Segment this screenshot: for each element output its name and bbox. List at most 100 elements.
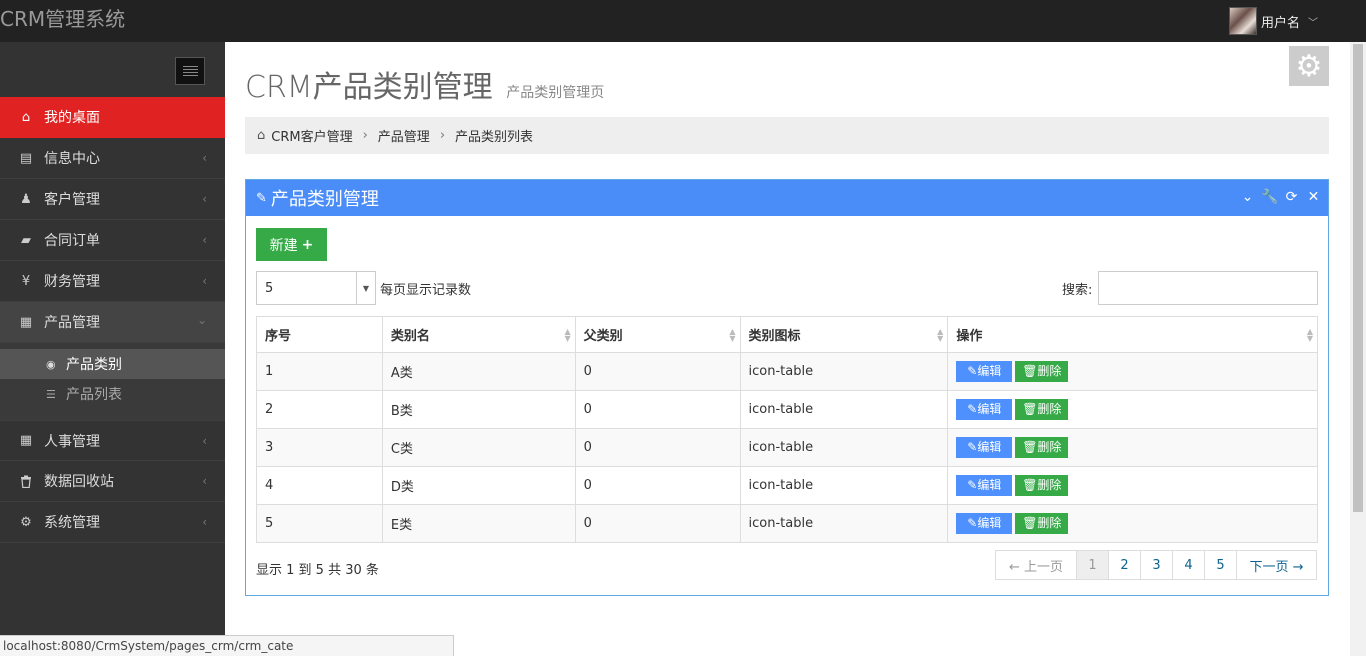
breadcrumb-item[interactable]: 产品管理	[378, 126, 430, 145]
chevron-left-icon: ‹	[202, 233, 207, 247]
edit-button[interactable]: ✎编辑	[956, 437, 1013, 458]
calendar-icon: ▤	[19, 150, 33, 166]
edit-button[interactable]: ✎编辑	[956, 513, 1013, 534]
column-header-icon[interactable]: 类别图标 ▲ ▼	[739, 316, 949, 353]
cell-actions: ✎编辑 🗑删除	[947, 504, 1318, 543]
cell-icon: icon-table	[739, 352, 949, 391]
collapse-icon[interactable]: ⌄	[1239, 189, 1256, 205]
avatar	[1228, 7, 1257, 35]
sort-icon: ▲ ▼	[937, 327, 944, 343]
delete-button[interactable]: 🗑删除	[1015, 513, 1069, 534]
sidebar-subitem-product-category[interactable]: ◉ 产品类别	[0, 349, 225, 379]
sidebar-item-system[interactable]: ⚙ 系统管理 ‹	[0, 502, 225, 543]
brand-title[interactable]: CRM管理系统	[0, 7, 125, 31]
delete-button[interactable]: 🗑删除	[1015, 437, 1069, 458]
edit-icon: ✎	[967, 478, 978, 492]
sidebar: ⌂ 我的桌面 ▤ 信息中心 ‹ ♟ 客户管理 ‹ ▰ 合同订单 ‹ ¥ 财务管理…	[0, 42, 225, 656]
plus-icon: +	[301, 236, 314, 253]
page-button[interactable]: 2	[1108, 551, 1140, 579]
scrollbar-thumb[interactable]	[1353, 44, 1363, 512]
edit-icon: ✎	[967, 364, 978, 378]
trash-icon: 🗑	[1022, 402, 1038, 416]
column-header-actions[interactable]: 操作 ▲ ▼	[947, 316, 1318, 353]
cell-id: 1	[256, 352, 383, 391]
table-header-row: 序号 类别名 ▲ ▼ 父类别 ▲ ▼ 类别图标 ▲ ▼ 操作 ▲ ▼	[256, 316, 1318, 353]
column-header-parent[interactable]: 父类别 ▲ ▼	[574, 316, 741, 353]
sidebar-item-customers[interactable]: ♟ 客户管理 ‹	[0, 179, 225, 220]
breadcrumb-item[interactable]: 产品类别列表	[455, 126, 533, 145]
new-button-label: 新建	[269, 237, 298, 254]
refresh-icon[interactable]: ⟳	[1283, 189, 1300, 205]
sidebar-item-hr[interactable]: ▦ 人事管理 ‹	[0, 420, 225, 461]
products-submenu: ◉ 产品类别 ☰ 产品列表	[0, 343, 225, 420]
cell-parent: 0	[574, 504, 741, 543]
chevron-left-icon: ‹	[202, 274, 207, 288]
edit-button[interactable]: ✎编辑	[956, 361, 1013, 382]
sidebar-item-desktop[interactable]: ⌂ 我的桌面	[0, 97, 225, 138]
user-menu[interactable]: 用户名 ﹀	[1228, 6, 1318, 36]
chevron-left-icon: ‹	[202, 192, 207, 206]
sidebar-item-products[interactable]: ▦ 产品管理 ⌄	[0, 302, 225, 343]
cell-icon: icon-table	[739, 390, 949, 429]
sidebar-menu: ⌂ 我的桌面 ▤ 信息中心 ‹ ♟ 客户管理 ‹ ▰ 合同订单 ‹ ¥ 财务管理…	[0, 97, 225, 543]
cell-id: 4	[256, 466, 383, 505]
cell-id: 3	[256, 428, 383, 467]
sidebar-item-contracts[interactable]: ▰ 合同订单 ‹	[0, 220, 225, 261]
home-icon: ⌂	[21, 109, 31, 125]
cell-name: A类	[381, 352, 576, 391]
main-content: ⚙ CRM产品类别管理 产品类别管理页 ⌂ CRM客户管理 › 产品管理 › 产…	[225, 42, 1350, 656]
sidebar-item-label: 产品管理	[44, 315, 100, 331]
sidebar-toggle-button[interactable]	[175, 57, 205, 85]
top-navbar: CRM管理系统 用户名 ﹀	[0, 0, 1366, 42]
column-header-name[interactable]: 类别名 ▲ ▼	[381, 316, 576, 353]
theme-settings-button[interactable]: ⚙	[1289, 46, 1329, 86]
delete-button[interactable]: 🗑删除	[1015, 399, 1069, 420]
sidebar-item-recycle-bin[interactable]: 数据回收站 ‹	[0, 461, 225, 502]
edit-icon: ✎	[967, 402, 978, 416]
column-header-id[interactable]: 序号	[256, 316, 383, 353]
chevron-down-icon: ﹀	[1308, 17, 1318, 29]
search-input[interactable]	[1098, 271, 1318, 305]
portlet-header: ✎ 产品类别管理 ⌄ 🔧 ⟳ ✕	[246, 180, 1328, 216]
breadcrumb-item[interactable]: CRM客户管理	[271, 126, 352, 145]
cell-name: C类	[381, 428, 576, 467]
page-button[interactable]: 4	[1172, 551, 1204, 579]
sidebar-item-label: 客户管理	[44, 192, 100, 208]
sidebar-subitem-product-list[interactable]: ☰ 产品列表	[0, 379, 225, 409]
delete-button[interactable]: 🗑删除	[1015, 361, 1069, 382]
vertical-scrollbar[interactable]	[1350, 42, 1366, 656]
cell-actions: ✎编辑 🗑删除	[947, 428, 1318, 467]
sidebar-item-info-center[interactable]: ▤ 信息中心 ‹	[0, 138, 225, 179]
sidebar-item-finance[interactable]: ¥ 财务管理 ‹	[0, 261, 225, 302]
delete-button[interactable]: 🗑删除	[1015, 475, 1069, 496]
page-button[interactable]: 3	[1140, 551, 1172, 579]
edit-icon: ✎	[256, 190, 267, 206]
chevron-left-icon: ‹	[202, 474, 207, 488]
table-row: 4 D类 0 icon-table ✎编辑 🗑删除	[256, 466, 1318, 505]
trash-icon: 🗑	[1022, 364, 1038, 378]
chevron-down-icon: ⌄	[196, 313, 207, 327]
next-page-button[interactable]: 下一页 →	[1236, 551, 1316, 579]
wrench-icon[interactable]: 🔧	[1261, 189, 1278, 205]
page-button[interactable]: 5	[1204, 551, 1236, 579]
cell-name: B类	[381, 390, 576, 429]
page-length-label: 每页显示记录数	[380, 283, 472, 298]
edit-button[interactable]: ✎编辑	[956, 475, 1013, 496]
sort-icon: ▲ ▼	[564, 327, 571, 343]
cell-actions: ✎编辑 🗑删除	[947, 390, 1318, 429]
table-icon: ▦	[19, 314, 33, 330]
cell-icon: icon-table	[739, 466, 949, 505]
prev-page-button[interactable]: ← 上一页	[996, 551, 1076, 579]
cell-id: 5	[256, 504, 383, 543]
trash-icon: 🗑	[1022, 478, 1038, 492]
close-icon[interactable]: ✕	[1305, 189, 1322, 205]
page-title: CRM产品类别管理 产品类别管理页	[245, 62, 604, 106]
edit-button[interactable]: ✎编辑	[956, 399, 1013, 420]
cell-name: D类	[381, 466, 576, 505]
trash-icon: 🗑	[1022, 440, 1038, 454]
new-button[interactable]: 新建 +	[256, 228, 327, 261]
page-button-current[interactable]: 1	[1076, 551, 1108, 579]
male-icon: ♟	[20, 191, 32, 207]
cell-parent: 0	[574, 352, 741, 391]
page-length-select[interactable]: 5 ▼	[256, 271, 376, 305]
